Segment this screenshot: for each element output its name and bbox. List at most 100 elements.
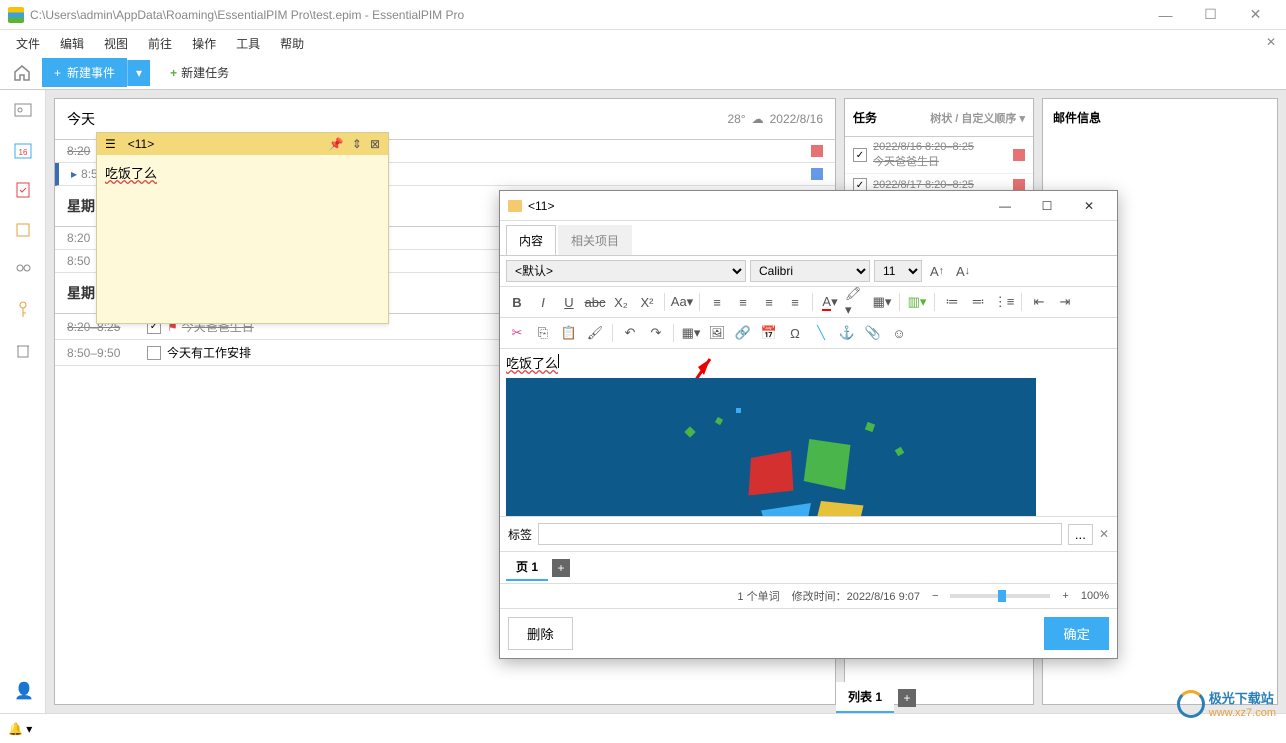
menu-action[interactable]: 操作 bbox=[182, 31, 226, 56]
zoom-slider[interactable] bbox=[950, 594, 1050, 598]
sidebar-todo-icon[interactable] bbox=[11, 178, 35, 202]
zoom-out[interactable]: − bbox=[932, 590, 938, 602]
size-select[interactable]: 11 bbox=[874, 260, 922, 282]
ok-button[interactable]: 确定 bbox=[1044, 617, 1109, 650]
list-multi-icon[interactable]: ⋮≡ bbox=[993, 291, 1015, 313]
page-tab[interactable]: 页 1 bbox=[506, 554, 548, 581]
fill-icon[interactable]: ▦▾ bbox=[871, 291, 893, 313]
menubar-close[interactable]: ✕ bbox=[1260, 33, 1282, 51]
sidebar-password-icon[interactable] bbox=[11, 298, 35, 322]
close-icon[interactable]: ⊠ bbox=[370, 137, 380, 151]
new-event-dropdown[interactable]: ▾ bbox=[127, 60, 150, 86]
word-count: 1 个单词 bbox=[737, 588, 779, 604]
font-grow-icon[interactable]: A↑ bbox=[926, 260, 948, 282]
cut-icon[interactable]: ✂ bbox=[506, 322, 528, 344]
sidebar-calendar-icon[interactable]: 16 bbox=[11, 138, 35, 162]
menu-file[interactable]: 文件 bbox=[6, 31, 50, 56]
menu-view[interactable]: 视图 bbox=[94, 31, 138, 56]
folder-icon bbox=[508, 200, 522, 212]
tags-clear-icon[interactable]: ✕ bbox=[1099, 527, 1109, 541]
editor-minimize[interactable]: — bbox=[985, 193, 1025, 219]
menu-goto[interactable]: 前往 bbox=[138, 31, 182, 56]
undo-icon[interactable]: ↶ bbox=[619, 322, 641, 344]
sticky-note[interactable]: ☰ <11> 📌 ⇕ ⊠ 吃饭了么 bbox=[96, 132, 389, 324]
editor-content[interactable]: 吃饭了么 bbox=[500, 349, 1117, 517]
zoom-in[interactable]: + bbox=[1062, 590, 1068, 602]
menu-help[interactable]: 帮助 bbox=[270, 31, 314, 56]
sticky-header[interactable]: ☰ <11> 📌 ⇕ ⊠ bbox=[97, 133, 388, 155]
menu-edit[interactable]: 编辑 bbox=[50, 31, 94, 56]
font-select[interactable]: Calibri bbox=[750, 260, 870, 282]
align-center-icon[interactable]: ≡ bbox=[732, 291, 754, 313]
underline-icon[interactable]: U bbox=[558, 291, 580, 313]
bold-icon[interactable]: B bbox=[506, 291, 528, 313]
add-list-button[interactable]: + bbox=[898, 689, 916, 707]
paste-icon[interactable]: 📋 bbox=[558, 322, 580, 344]
redo-icon[interactable]: ↷ bbox=[645, 322, 667, 344]
list-number-icon[interactable]: ≕ bbox=[967, 291, 989, 313]
outdent-icon[interactable]: ⇤ bbox=[1028, 291, 1050, 313]
tab-related[interactable]: 相关项目 bbox=[558, 225, 632, 255]
image-icon[interactable]: 🖼 bbox=[706, 322, 728, 344]
sidebar-people-icon[interactable] bbox=[11, 258, 35, 282]
resize-icon[interactable]: ⇕ bbox=[352, 137, 362, 151]
line-icon[interactable]: ╲ bbox=[810, 322, 832, 344]
sidebar-notes-icon[interactable] bbox=[11, 218, 35, 242]
insert-icon[interactable]: ▥▾ bbox=[906, 291, 928, 313]
subscript-icon[interactable]: X₂ bbox=[610, 291, 632, 313]
superscript-icon[interactable]: X² bbox=[636, 291, 658, 313]
emoji-icon[interactable]: ☺ bbox=[888, 322, 910, 344]
copy-icon[interactable]: ⎘ bbox=[532, 322, 554, 344]
tab-content[interactable]: 内容 bbox=[506, 225, 556, 255]
minimize-button[interactable]: — bbox=[1143, 0, 1188, 30]
indent-icon[interactable]: ⇥ bbox=[1054, 291, 1076, 313]
table-icon[interactable]: ▦▾ bbox=[680, 322, 702, 344]
maximize-button[interactable]: ☐ bbox=[1188, 0, 1233, 30]
task-item[interactable]: ✓ 2022/8/16 8:20–8:25 今天爸爸生日 bbox=[845, 137, 1033, 174]
tags-input[interactable] bbox=[538, 523, 1062, 545]
home-button[interactable] bbox=[6, 57, 38, 89]
align-justify-icon[interactable]: ≡ bbox=[784, 291, 806, 313]
list-tab[interactable]: 列表 1 bbox=[836, 682, 894, 713]
attach-icon[interactable]: 📎 bbox=[862, 322, 884, 344]
strike-icon[interactable]: abc bbox=[584, 291, 606, 313]
style-select[interactable]: <默认> bbox=[506, 260, 746, 282]
task-checkbox[interactable] bbox=[147, 346, 161, 360]
add-page-button[interactable]: + bbox=[552, 559, 570, 577]
align-right-icon[interactable]: ≡ bbox=[758, 291, 780, 313]
editor-maximize[interactable]: ☐ bbox=[1027, 193, 1067, 219]
user-icon[interactable]: 👤 bbox=[14, 681, 34, 701]
align-left-icon[interactable]: ≡ bbox=[706, 291, 728, 313]
close-button[interactable]: ✕ bbox=[1233, 0, 1278, 30]
format-painter-icon[interactable]: 🖌 bbox=[584, 322, 606, 344]
tasks-sort-label[interactable]: 树状 / 自定义顺序 ▾ bbox=[930, 110, 1025, 126]
date-icon[interactable]: 📅 bbox=[758, 322, 780, 344]
new-event-button[interactable]: +新建事件 bbox=[42, 58, 127, 87]
sticky-body[interactable]: 吃饭了么 bbox=[97, 155, 388, 190]
link-icon[interactable]: 🔗 bbox=[732, 322, 754, 344]
anchor-icon[interactable]: ⚓ bbox=[836, 322, 858, 344]
italic-icon[interactable]: I bbox=[532, 291, 554, 313]
sidebar-contacts-icon[interactable] bbox=[11, 98, 35, 122]
sticky-menu-icon[interactable]: ☰ bbox=[105, 137, 116, 151]
modified-time: 2022/8/16 9:07 bbox=[847, 591, 920, 603]
editor-close[interactable]: ✕ bbox=[1069, 193, 1109, 219]
highlight-icon[interactable]: 🖍▾ bbox=[845, 291, 867, 313]
font-shrink-icon[interactable]: A↓ bbox=[952, 260, 974, 282]
tags-more-button[interactable]: ... bbox=[1068, 524, 1093, 545]
new-task-button[interactable]: +新建任务 bbox=[158, 58, 241, 87]
delete-button[interactable]: 删除 bbox=[508, 617, 573, 650]
sidebar-trash-icon[interactable] bbox=[11, 338, 35, 362]
editor-titlebar[interactable]: <11> — ☐ ✕ bbox=[500, 191, 1117, 221]
font-color-icon[interactable]: A▾ bbox=[819, 291, 841, 313]
notification-icon[interactable]: 🔔 ▾ bbox=[8, 722, 32, 736]
tags-label: 标签 bbox=[508, 526, 532, 543]
title-path: C:\Users\admin\AppData\Roaming\Essential… bbox=[30, 8, 464, 22]
pin-icon[interactable]: 📌 bbox=[329, 137, 344, 151]
task-checkbox[interactable]: ✓ bbox=[853, 148, 867, 162]
event-text: 今天有工作安排 bbox=[167, 344, 251, 361]
menu-tools[interactable]: 工具 bbox=[226, 31, 270, 56]
symbol-icon[interactable]: Ω bbox=[784, 322, 806, 344]
case-icon[interactable]: Aa▾ bbox=[671, 291, 693, 313]
list-bullet-icon[interactable]: ≔ bbox=[941, 291, 963, 313]
